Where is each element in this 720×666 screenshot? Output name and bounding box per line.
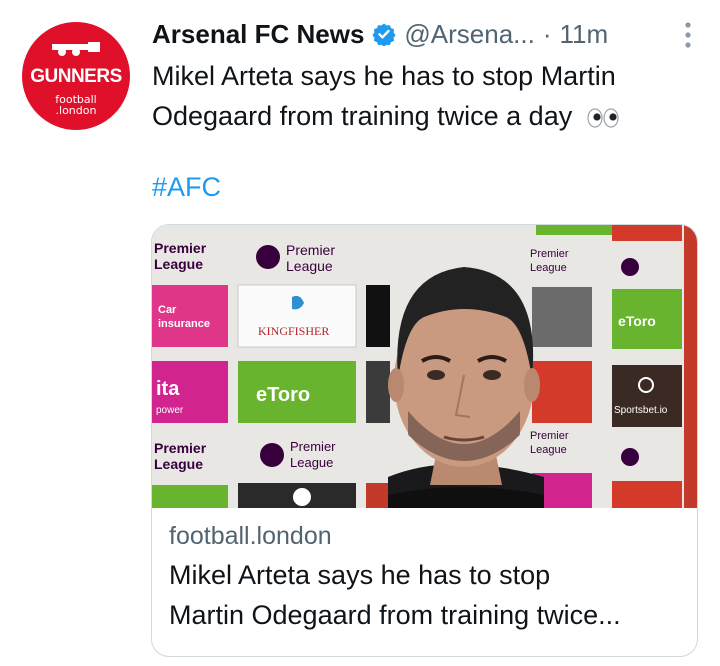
board-league-1: League bbox=[154, 256, 203, 272]
board-league-4: League bbox=[290, 455, 333, 470]
account-handle[interactable]: @Arsena... bbox=[404, 19, 534, 50]
avatar-sub-text: football .london bbox=[22, 94, 130, 116]
card-title-line2: Martin Odegaard from training twice... bbox=[169, 600, 621, 630]
card-body: football.london Mikel Arteta says he has… bbox=[169, 517, 680, 635]
board-league-3: League bbox=[154, 456, 203, 472]
board-insurance: insurance bbox=[158, 318, 210, 330]
board-premier-4: Premier bbox=[290, 439, 336, 454]
board-premier-2: Premier bbox=[286, 242, 335, 258]
tweet-text: Mikel Arteta says he has to stop Martin … bbox=[152, 61, 616, 131]
verified-badge-icon bbox=[372, 23, 397, 46]
link-preview-card[interactable]: Premier League Premier League Car insura… bbox=[151, 224, 698, 657]
board-etoro-1: eToro bbox=[256, 384, 310, 406]
board-sportsbet: Sportsbet.io bbox=[614, 405, 668, 416]
eyes-emoji-icon bbox=[587, 108, 619, 128]
person-figure bbox=[388, 267, 544, 508]
hashtag-link[interactable]: #AFC bbox=[152, 172, 221, 203]
board-league-6: League bbox=[530, 444, 567, 456]
board-ita: ita bbox=[156, 378, 180, 400]
board-league-5: League bbox=[530, 262, 567, 274]
card-domain: football.london bbox=[169, 522, 332, 550]
board-premier-5: Premier bbox=[530, 248, 569, 260]
board-premier-6: Premier bbox=[530, 430, 569, 442]
separator-dot: · bbox=[542, 18, 552, 49]
board-car: Car bbox=[158, 304, 177, 316]
avatar-brand-text: GUNNERS bbox=[30, 66, 122, 87]
board-power: power bbox=[156, 405, 184, 416]
board-premier-3: Premier bbox=[154, 440, 207, 456]
press-conference-photo: Premier League Premier League Car insura… bbox=[152, 225, 697, 508]
account-name[interactable]: Arsenal FC News bbox=[152, 19, 364, 50]
tweet-body: Mikel Arteta says he has to stop Martin … bbox=[152, 56, 702, 136]
board-league-2: League bbox=[286, 258, 333, 274]
board-premier-1: Premier bbox=[154, 240, 207, 256]
account-avatar[interactable]: GUNNERS football .london bbox=[22, 22, 130, 130]
board-etoro-2: eToro bbox=[618, 313, 656, 329]
avatar-sub-line2: .london bbox=[55, 104, 97, 117]
card-title-line1: Mikel Arteta says he has to stop bbox=[169, 560, 551, 590]
board-kingfisher: KINGFISHER bbox=[258, 324, 329, 338]
tweet-header: Arsenal FC News @Arsena... · 11m bbox=[152, 14, 700, 54]
cannon-icon bbox=[52, 42, 100, 56]
tweet-timestamp[interactable]: 11m bbox=[560, 19, 609, 50]
more-options-icon[interactable] bbox=[682, 18, 694, 52]
card-image[interactable]: Premier League Premier League Car insura… bbox=[152, 225, 697, 508]
